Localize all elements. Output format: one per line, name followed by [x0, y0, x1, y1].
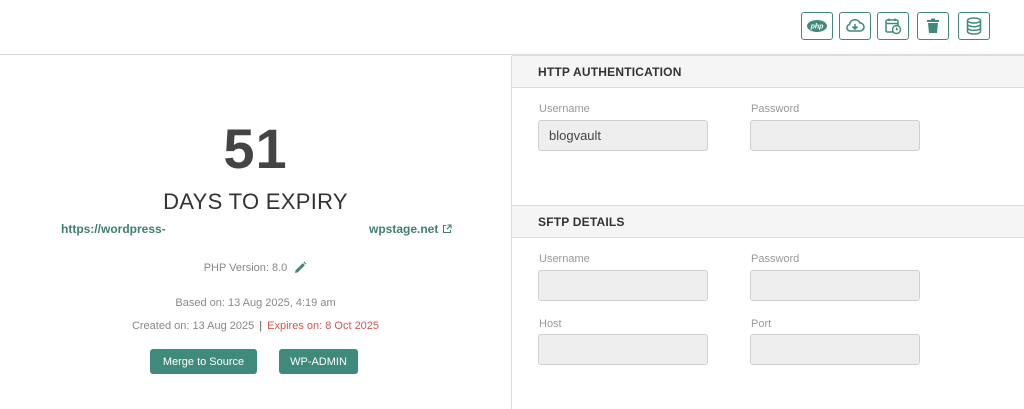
trash-icon	[927, 18, 939, 33]
sftp-port-label: Port	[751, 318, 772, 330]
cloud-download-button[interactable]	[839, 12, 871, 40]
sftp-username-input[interactable]	[538, 270, 708, 301]
based-on-text: Based on: 13 Aug 2025, 4:19 am	[175, 297, 336, 309]
expires-on-text: Expires on: 8 Oct 2025	[267, 320, 380, 332]
sftp-details-header: SFTP DETAILS	[512, 205, 1024, 238]
dates-separator: |	[259, 320, 263, 332]
dates-row: Created on: 13 Aug 2025 | Expires on: 8 Oc…	[0, 320, 511, 332]
http-password-input[interactable]	[750, 120, 920, 151]
cloud-download-icon	[846, 18, 865, 32]
stage-url-end: wpstage.net	[369, 222, 439, 236]
top-toolbar: php	[0, 0, 1024, 55]
svg-text:php: php	[810, 24, 825, 31]
schedule-button[interactable]	[877, 12, 909, 40]
external-link-icon	[443, 224, 452, 234]
created-on-text: Created on: 13 Aug 2025	[131, 320, 255, 332]
php-button[interactable]: php	[801, 12, 833, 40]
stage-url-start[interactable]: https://wordpress-	[61, 222, 166, 236]
database-button[interactable]	[958, 12, 990, 40]
sftp-username-label: Username	[539, 253, 590, 265]
database-icon	[966, 17, 982, 35]
stage-summary-panel: 51 DAYS TO EXPIRY https://wordpress- wps…	[0, 56, 511, 409]
sftp-host-input[interactable]	[538, 334, 708, 365]
days-count: 51	[223, 117, 288, 180]
php-version: PHP Version: 8.0	[203, 262, 288, 274]
delete-button[interactable]	[917, 12, 949, 40]
php-icon: php	[807, 20, 827, 32]
merge-to-source-button[interactable]: Merge to Source	[150, 349, 257, 374]
wp-admin-button[interactable]: WP-ADMIN	[279, 349, 358, 374]
http-username-input[interactable]	[538, 120, 708, 151]
http-auth-header: HTTP AUTHENTICATION	[512, 55, 1024, 88]
days-to-expiry-label: DAYS TO EXPIRY	[163, 189, 348, 214]
sftp-port-input[interactable]	[750, 334, 920, 365]
sftp-host-label: Host	[539, 318, 562, 330]
pencil-icon[interactable]	[293, 261, 307, 275]
calendar-clock-icon	[885, 18, 902, 35]
php-version-row: PHP Version: 8.0	[0, 261, 511, 275]
stage-url-link[interactable]: wpstage.net	[369, 222, 452, 236]
http-password-label: Password	[751, 103, 800, 115]
sftp-password-label: Password	[751, 253, 800, 265]
http-username-label: Username	[539, 103, 590, 115]
sftp-password-input[interactable]	[750, 270, 920, 301]
